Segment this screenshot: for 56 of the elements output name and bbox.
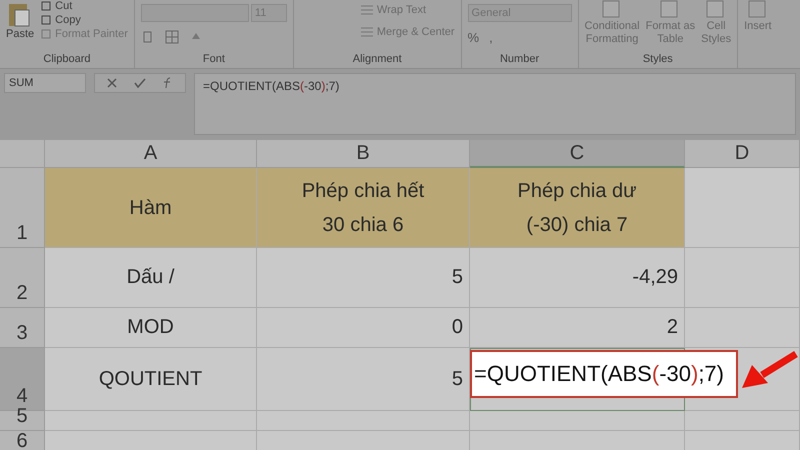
- cell-text: (-30) chia 7: [526, 212, 628, 238]
- command-icon: [40, 28, 52, 40]
- cell-text: MOD: [127, 316, 174, 339]
- command-icon: [40, 0, 52, 12]
- cell-text: Phép chia dư: [517, 178, 637, 204]
- column-header[interactable]: C: [470, 140, 685, 168]
- lines-icon: [360, 26, 374, 38]
- row-header[interactable]: 1: [0, 168, 45, 248]
- cell-text: 30 chia 6: [322, 212, 404, 238]
- cell-text: 5: [452, 368, 463, 390]
- cell-text: QOUTIENT: [98, 368, 202, 390]
- ribbon-button[interactable]: Cell Styles: [701, 0, 732, 46]
- table-cell[interactable]: [685, 308, 800, 348]
- cell-text: 0: [452, 316, 463, 339]
- formula-field[interactable]: =QUOTIENT(ABS(-30);7): [194, 73, 796, 135]
- paste-button[interactable]: Paste: [6, 0, 34, 42]
- table-cell[interactable]: [257, 411, 470, 431]
- comma-button[interactable]: ,: [489, 30, 493, 45]
- pointer-arrow: [740, 351, 798, 391]
- group-label: Font: [202, 53, 226, 67]
- name-box[interactable]: SUM: [4, 73, 86, 93]
- cell-text: 2: [666, 316, 678, 339]
- cell-text: -4,29: [632, 266, 678, 289]
- cell-editor[interactable]: =QUOTIENT(ABS(-30);7): [470, 350, 738, 398]
- group-label: Number: [498, 53, 540, 67]
- table-cell[interactable]: [470, 411, 685, 431]
- table-cell[interactable]: [685, 248, 800, 308]
- row-header[interactable]: 2: [0, 248, 45, 308]
- column-header[interactable]: D: [685, 140, 800, 168]
- row-header[interactable]: 3: [0, 308, 45, 348]
- lines-icon: [360, 4, 374, 16]
- insert-button[interactable]: Insert: [744, 0, 772, 34]
- borders-icon[interactable]: [164, 30, 179, 44]
- table-cell[interactable]: [45, 411, 257, 431]
- font-name-field[interactable]: [140, 4, 249, 22]
- percent-button[interactable]: %: [468, 30, 480, 45]
- cell-text: Dấu /: [126, 266, 174, 289]
- confirm-icon[interactable]: [133, 76, 147, 90]
- group-label: Clipboard: [42, 53, 92, 67]
- cell-text: Hàm: [129, 196, 172, 220]
- table-cell[interactable]: [685, 411, 800, 431]
- row-header[interactable]: 6: [0, 431, 45, 450]
- ribbon-button[interactable]: Format as Table: [646, 0, 696, 46]
- cell-text: 5: [452, 266, 463, 289]
- column-header[interactable]: A: [45, 140, 257, 168]
- table-cell[interactable]: [685, 168, 800, 248]
- ribbon-button[interactable]: Cut: [40, 0, 128, 12]
- cancel-icon[interactable]: [105, 76, 119, 90]
- ribbon-button[interactable]: Copy: [40, 14, 128, 26]
- command-icon: [40, 14, 52, 26]
- select-all-corner[interactable]: [0, 140, 45, 168]
- group-label: Alignment: [352, 53, 403, 67]
- group-label: Styles: [642, 53, 674, 67]
- ribbon-button[interactable]: Conditional Formatting: [584, 0, 640, 46]
- column-header[interactable]: B: [257, 140, 470, 168]
- cell-text: Phép chia hết: [302, 178, 424, 204]
